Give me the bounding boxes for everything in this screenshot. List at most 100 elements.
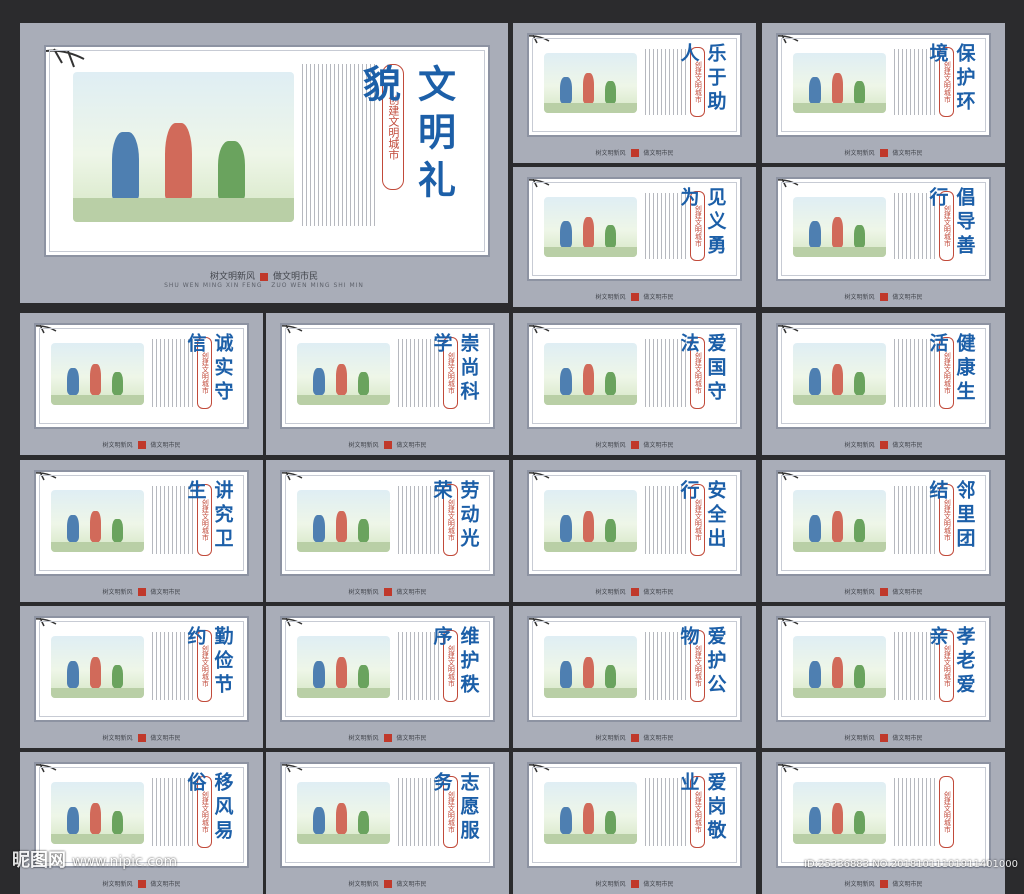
board-footer: 树文明新风 做文明市民 xyxy=(348,880,427,888)
board-title: 孝老爱亲 xyxy=(926,626,976,699)
stamp-icon xyxy=(137,441,146,449)
board-title: 爱护公物 xyxy=(677,626,727,699)
board-card: 创建文明城市 爱护公物 xyxy=(527,616,742,722)
board-title: 劳动光荣 xyxy=(430,480,480,553)
board-illustration xyxy=(543,197,637,257)
bamboo-ink-icon xyxy=(529,35,550,44)
board-footer: 树文明新风 做文明市民 xyxy=(348,734,427,742)
stamp-icon xyxy=(630,734,639,742)
board-card: 创建文明城市 诚实守信 xyxy=(34,323,249,429)
board-footer: 树文明新风 做文明市民 xyxy=(595,149,674,157)
board-footer: 树文明新风 做文明市民 xyxy=(102,441,181,449)
board-footer: 树文明新风 做文明市民 xyxy=(595,441,674,449)
board-footer: 树文明新风 做文明市民 xyxy=(595,734,674,742)
bamboo-ink-icon xyxy=(36,325,57,334)
bamboo-ink-icon xyxy=(529,764,550,773)
bamboo-ink-icon xyxy=(778,764,799,773)
board-card: 创建文明城市 倡导善行 xyxy=(776,177,991,281)
board-card: 创建文明城市 乐于助人 xyxy=(527,33,742,137)
board-title: 邻里团结 xyxy=(926,480,976,553)
board-footer: 树文明新风 做文明市民 xyxy=(595,588,674,596)
board-card: 创建文明城市 孝老爱亲 xyxy=(776,616,991,722)
board-illustration xyxy=(543,490,637,552)
board-card: 创建文明城市 爱岗敬业 xyxy=(527,762,742,868)
board-illustration xyxy=(50,636,144,698)
stamp-icon xyxy=(879,734,888,742)
board-title: 讲究卫生 xyxy=(184,480,234,553)
board-13: 创建文明城市 勤俭节约树文明新风 做文明市民 xyxy=(20,606,263,748)
board-title: 崇尚科学 xyxy=(430,333,480,406)
bamboo-ink-icon xyxy=(529,618,550,627)
bamboo-ink-icon xyxy=(529,472,550,481)
stamp-icon xyxy=(630,441,639,449)
board-title: 维护秩序 xyxy=(430,626,480,699)
stamp-icon xyxy=(260,272,268,281)
stamp-icon xyxy=(383,880,392,888)
bamboo-ink-icon xyxy=(778,325,799,334)
bamboo-ink-icon xyxy=(36,618,57,627)
bamboo-ink-icon xyxy=(529,325,550,334)
stamp-icon xyxy=(879,588,888,596)
board-illustration xyxy=(792,197,886,257)
board-footer: 树文明新风 做文明市民 xyxy=(348,588,427,596)
board-10: 创建文明城市 劳动光荣树文明新风 做文明市民 xyxy=(266,460,509,602)
board-card: 创建文明城市 勤俭节约 xyxy=(34,616,249,722)
board-footer: 树文明新风 做文明市民 xyxy=(844,588,923,596)
board-title: 见义勇为 xyxy=(677,187,727,259)
board-illustration xyxy=(50,343,144,405)
board-title: 健康生活 xyxy=(926,333,976,406)
board-card: 创建文明城市 邻里团结 xyxy=(776,470,991,576)
stamp-icon xyxy=(137,588,146,596)
board-footer: 树文明新风 做文明市民 xyxy=(102,880,181,888)
board-card: 创建文明城市 维护秩序 xyxy=(280,616,495,722)
board-2: 创建文明城市 保护环境树文明新风 做文明市民 xyxy=(762,23,1005,163)
board-footer: 树文明新风 做文明市民 xyxy=(595,293,674,301)
board-4: 创建文明城市 倡导善行 树文明新风 做文明市民 xyxy=(762,167,1005,307)
board-title: 志愿服务 xyxy=(430,772,480,845)
board-card: 创建文明城市 讲究卫生 xyxy=(34,470,249,576)
board-15: 创建文明城市 爱护公物树文明新风 做文明市民 xyxy=(513,606,756,748)
bamboo-ink-icon xyxy=(282,325,303,334)
board-title: 乐于助人 xyxy=(677,43,727,115)
board-14: 创建文明城市 维护秩序树文明新风 做文明市民 xyxy=(266,606,509,748)
board-title: 爱国守法 xyxy=(677,333,727,406)
stamp-icon xyxy=(879,441,888,449)
board-17: 创建文明城市 移风易俗 树文明新风 做文明市民 xyxy=(20,752,263,894)
watermark: 昵图网 www.nipic.com xyxy=(12,850,178,871)
bamboo-ink-icon xyxy=(778,35,799,44)
board-9: 创建文明城市 讲究卫生 树文明新风 做文明市民 xyxy=(20,460,263,602)
bamboo-ink-icon xyxy=(282,472,303,481)
main-board-card: 创建文明城市 文明礼貌 xyxy=(44,45,490,257)
board-card: 创建文明城市 保护环境 xyxy=(776,33,991,137)
board-card: 创建文明城市 安全出行 xyxy=(527,470,742,576)
board-title: 倡导善行 xyxy=(926,187,976,259)
board-card: 创建文明城市 劳动光荣 xyxy=(280,470,495,576)
stamp-icon xyxy=(630,293,639,301)
stamp-icon xyxy=(879,293,888,301)
board-illustration xyxy=(296,782,390,844)
stamp-icon xyxy=(879,149,888,157)
bamboo-ink-icon xyxy=(529,179,550,188)
board-8: 创建文明城市 健康生活 树文明新风 做文明市民 xyxy=(762,313,1005,455)
board-footer: 树文明新风 做文明市民 xyxy=(102,734,181,742)
board-illustration xyxy=(792,53,886,113)
board-illustration xyxy=(792,343,886,405)
board-illustration xyxy=(543,636,637,698)
board-card: 创建文明城市 xyxy=(776,762,991,868)
bamboo-ink-icon xyxy=(36,764,57,773)
board-19: 创建文明城市 爱岗敬业 树文明新风 做文明市民 xyxy=(513,752,756,894)
board-footer: 树文明新风 做文明市民 xyxy=(844,149,923,157)
board-card: 创建文明城市 爱国守法 xyxy=(527,323,742,429)
board-illustration xyxy=(296,490,390,552)
board-illustration xyxy=(543,343,637,405)
stamp-icon xyxy=(137,880,146,888)
board-illustration xyxy=(296,636,390,698)
stamp-icon xyxy=(383,441,392,449)
board-illustration xyxy=(792,490,886,552)
main-title: 文明礼貌 xyxy=(356,63,457,208)
board-illustration xyxy=(50,782,144,844)
board-footer: 树文明新风 做文明市民 xyxy=(844,734,923,742)
board-illustration xyxy=(792,782,886,844)
bamboo-ink-icon xyxy=(36,472,57,481)
board-card: 创建文明城市 崇尚科学 xyxy=(280,323,495,429)
